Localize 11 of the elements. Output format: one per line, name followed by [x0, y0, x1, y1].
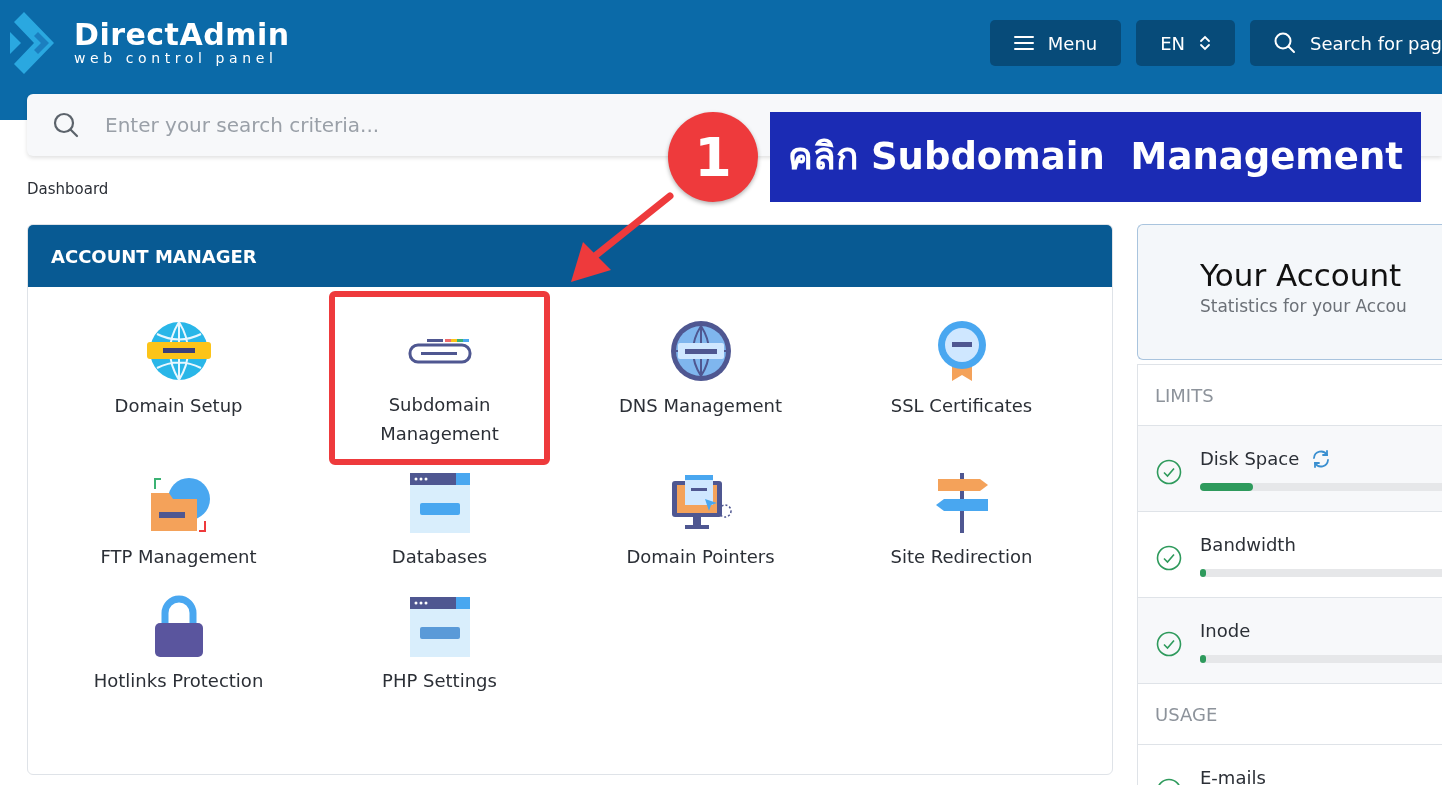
stat-label: Disk Space	[1200, 447, 1300, 471]
account-subtitle: Statistics for your Accou	[1200, 295, 1408, 319]
stat-label: Inode	[1200, 619, 1251, 643]
card-header: ACCOUNT MANAGER	[28, 225, 1112, 287]
logo-name: DirectAdmin	[74, 19, 290, 50]
instruction-tooltip: คลิก Subdomain Management	[770, 112, 1421, 202]
stat-label: E-mails	[1200, 766, 1266, 785]
stat-label: Bandwidth	[1200, 533, 1296, 557]
logo-tagline: web control panel	[74, 49, 279, 67]
section-heading: USAGE	[1138, 684, 1442, 745]
account-title: Your Account	[1200, 257, 1403, 295]
